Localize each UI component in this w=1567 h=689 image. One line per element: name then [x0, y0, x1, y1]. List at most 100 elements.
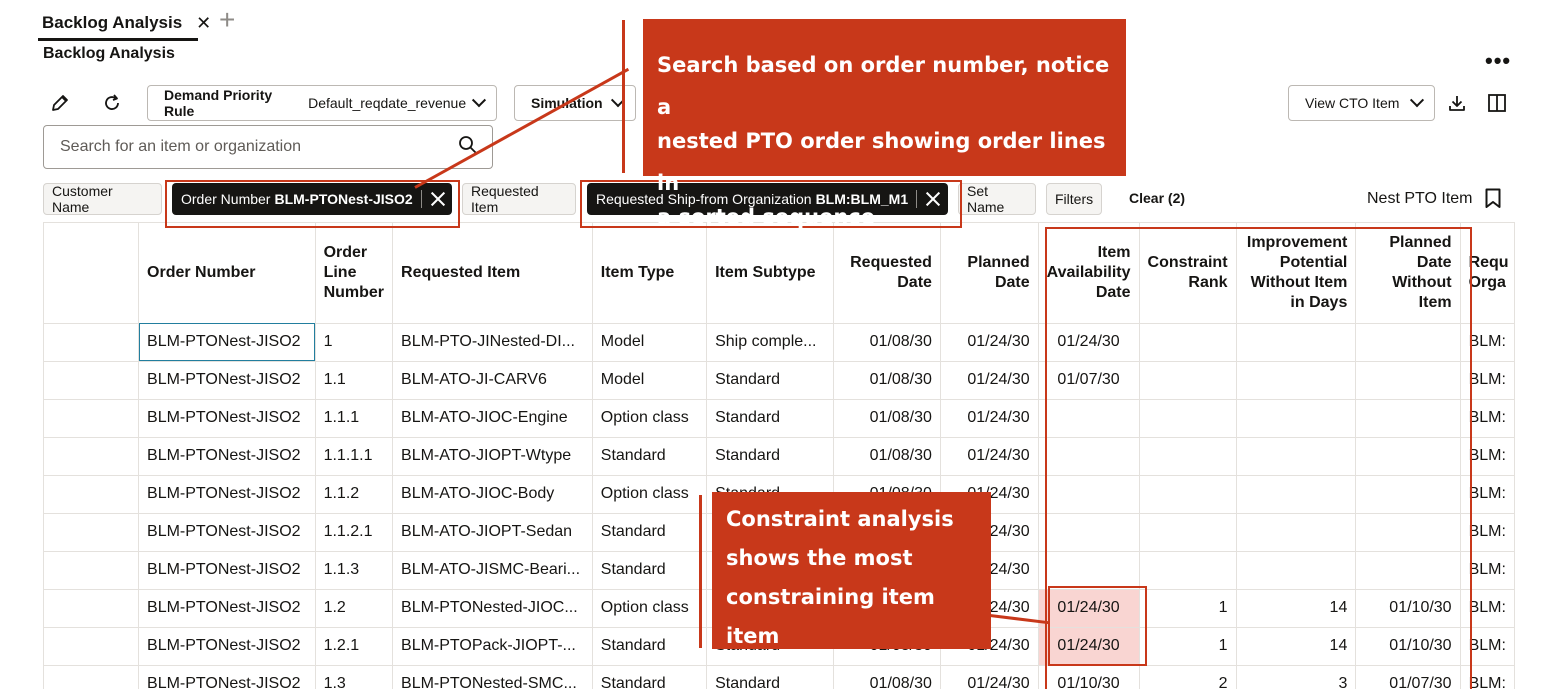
- cell-sel[interactable]: [44, 627, 140, 666]
- cell-order[interactable]: BLM-PTONest-JISO2: [138, 513, 316, 552]
- demand-priority-rule-select[interactable]: Demand Priority Rule Default_reqdate_rev…: [147, 85, 497, 121]
- cell-line[interactable]: 1.2: [315, 589, 394, 628]
- column-header-planned-date[interactable]: Planned Date: [940, 223, 1039, 324]
- cell-subtype[interactable]: Ship comple...: [706, 323, 834, 362]
- cell-type[interactable]: Option class: [592, 589, 708, 628]
- chip-label: Customer Name: [52, 183, 113, 215]
- cell-planned[interactable]: 01/24/30: [940, 361, 1039, 400]
- cell-type[interactable]: Standard: [592, 437, 708, 476]
- cell-line[interactable]: 1.1.2: [315, 475, 394, 514]
- cell-type[interactable]: Standard: [592, 627, 708, 666]
- cell-line[interactable]: 1.1.3: [315, 551, 394, 590]
- tab-backlog-analysis[interactable]: Backlog Analysis ✕: [42, 6, 211, 40]
- cell-line[interactable]: 1.2.1: [315, 627, 394, 666]
- cell-sel[interactable]: [44, 361, 140, 400]
- cell-type[interactable]: Option class: [592, 399, 708, 438]
- cell-type[interactable]: Option class: [592, 475, 708, 514]
- cell-order[interactable]: BLM-PTONest-JISO2: [138, 323, 316, 362]
- cell-type[interactable]: Model: [592, 323, 708, 362]
- chip-label: Requested Item: [471, 183, 539, 215]
- cell-order[interactable]: BLM-PTONest-JISO2: [138, 399, 316, 438]
- column-header-requested-item[interactable]: Requested Item: [392, 223, 593, 324]
- cell-line[interactable]: 1: [315, 323, 394, 362]
- callout-text: nested PTO order showing order lines in: [657, 129, 1106, 195]
- cell-sel[interactable]: [44, 323, 140, 362]
- callout-constraint-analysis: Constraint analysis shows the most const…: [712, 492, 991, 649]
- clear-filters-link[interactable]: Clear (2): [1129, 190, 1185, 206]
- edit-icon[interactable]: [44, 87, 76, 119]
- chevron-down-icon: [1409, 93, 1425, 108]
- add-tab-icon[interactable]: +: [219, 4, 235, 36]
- cell-planned[interactable]: 01/24/30: [940, 437, 1039, 476]
- cell-planned[interactable]: 01/24/30: [940, 399, 1039, 438]
- view-cto-item-select[interactable]: View CTO Item: [1288, 85, 1435, 121]
- column-header-order-line-number[interactable]: Order Line Number: [315, 223, 394, 324]
- cell-planned[interactable]: 01/24/30: [940, 323, 1039, 362]
- cell-req[interactable]: 01/08/30: [833, 361, 941, 400]
- cell-item[interactable]: BLM-PTO-JINested-DI...: [392, 323, 593, 362]
- cell-type[interactable]: Standard: [592, 513, 708, 552]
- cell-subtype[interactable]: Standard: [706, 399, 834, 438]
- cell-sel[interactable]: [44, 665, 140, 689]
- close-icon[interactable]: ✕: [196, 13, 211, 34]
- cell-sel[interactable]: [44, 475, 140, 514]
- tab-label: Backlog Analysis: [42, 13, 183, 32]
- cell-item[interactable]: BLM-PTOPack-JIOPT-...: [392, 627, 593, 666]
- cell-type[interactable]: Model: [592, 361, 708, 400]
- more-options-icon[interactable]: •••: [1485, 48, 1511, 74]
- column-header-item-subtype[interactable]: Item Subtype: [706, 223, 834, 324]
- cell-line[interactable]: 1.1.2.1: [315, 513, 394, 552]
- cell-subtype[interactable]: Standard: [706, 361, 834, 400]
- annotation-box-constraining-dates: [1048, 586, 1147, 666]
- demand-priority-rule-label: Demand Priority Rule: [164, 87, 273, 119]
- cell-order[interactable]: BLM-PTONest-JISO2: [138, 627, 316, 666]
- cell-order[interactable]: BLM-PTONest-JISO2: [138, 475, 316, 514]
- refresh-icon[interactable]: [96, 87, 128, 119]
- cell-sel[interactable]: [44, 513, 140, 552]
- cell-planned[interactable]: 01/24/30: [940, 665, 1039, 689]
- cell-req[interactable]: 01/08/30: [833, 323, 941, 362]
- cell-item[interactable]: BLM-ATO-JIOPT-Sedan: [392, 513, 593, 552]
- download-icon[interactable]: [1441, 87, 1473, 119]
- demand-priority-rule-value: Default_reqdate_revenue: [308, 95, 467, 111]
- cell-order[interactable]: BLM-PTONest-JISO2: [138, 551, 316, 590]
- callout-text: constraining item: [726, 585, 935, 609]
- cell-item[interactable]: BLM-ATO-JISMC-Beari...: [392, 551, 593, 590]
- filter-chip-customer-name[interactable]: Customer Name: [43, 183, 162, 215]
- cell-order[interactable]: BLM-PTONest-JISO2: [138, 589, 316, 628]
- search-field[interactable]: [43, 125, 493, 169]
- cell-req[interactable]: 01/08/30: [833, 437, 941, 476]
- column-header-item-type[interactable]: Item Type: [592, 223, 708, 324]
- cell-item[interactable]: BLM-ATO-JI-CARV6: [392, 361, 593, 400]
- cell-sel[interactable]: [44, 551, 140, 590]
- search-input[interactable]: [60, 138, 458, 156]
- cell-item[interactable]: BLM-ATO-JIOPT-Wtype: [392, 437, 593, 476]
- filter-chip-requested-item[interactable]: Requested Item: [462, 183, 576, 215]
- cell-subtype[interactable]: Standard: [706, 665, 834, 689]
- cell-item[interactable]: BLM-ATO-JIOC-Engine: [392, 399, 593, 438]
- cell-item[interactable]: BLM-PTONested-JIOC...: [392, 589, 593, 628]
- cell-sel[interactable]: [44, 437, 140, 476]
- cell-line[interactable]: 1.1.1.1: [315, 437, 394, 476]
- simulation-select[interactable]: Simulation: [514, 85, 636, 121]
- cell-order[interactable]: BLM-PTONest-JISO2: [138, 361, 316, 400]
- cell-line[interactable]: 1.3: [315, 665, 394, 689]
- cell-order[interactable]: BLM-PTONest-JISO2: [138, 665, 316, 689]
- cell-line[interactable]: 1.1: [315, 361, 394, 400]
- column-header-order-number[interactable]: Order Number: [138, 223, 316, 324]
- cell-req[interactable]: 01/08/30: [833, 665, 941, 689]
- column-header-selector: [44, 223, 140, 324]
- bookmark-icon[interactable]: [1485, 188, 1501, 209]
- cell-sel[interactable]: [44, 399, 140, 438]
- cell-sel[interactable]: [44, 589, 140, 628]
- cell-line[interactable]: 1.1.1: [315, 399, 394, 438]
- split-view-icon[interactable]: [1481, 87, 1513, 119]
- cell-type[interactable]: Standard: [592, 551, 708, 590]
- cell-subtype[interactable]: Standard: [706, 437, 834, 476]
- column-header-requested-date[interactable]: Requested Date: [833, 223, 941, 324]
- cell-order[interactable]: BLM-PTONest-JISO2: [138, 437, 316, 476]
- cell-req[interactable]: 01/08/30: [833, 399, 941, 438]
- cell-type[interactable]: Standard: [592, 665, 708, 689]
- cell-item[interactable]: BLM-ATO-JIOC-Body: [392, 475, 593, 514]
- cell-item[interactable]: BLM-PTONested-SMC...: [392, 665, 593, 689]
